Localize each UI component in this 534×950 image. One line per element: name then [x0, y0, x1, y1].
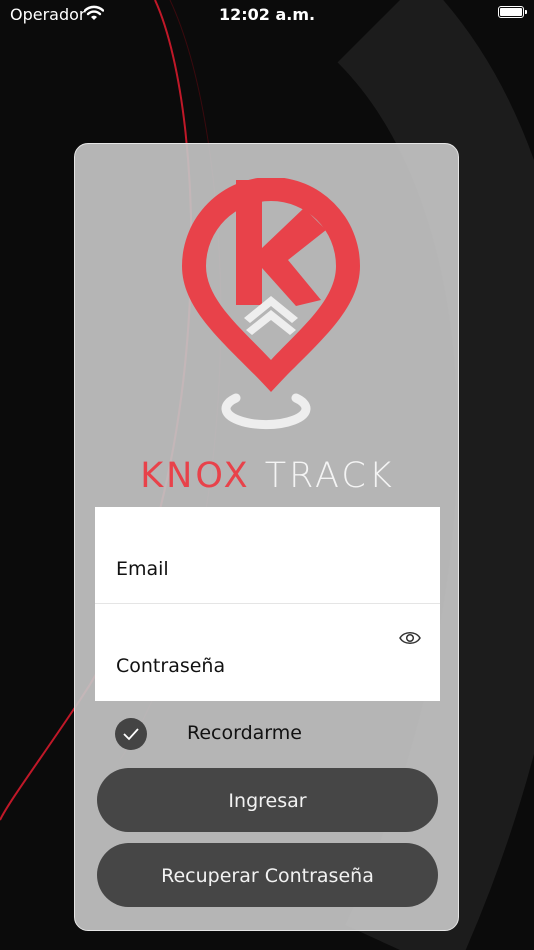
remember-checkbox[interactable]: [115, 718, 147, 750]
checkmark-icon: [123, 728, 139, 741]
clock: 12:02 a.m.: [218, 5, 316, 24]
brand-wordmark: KNOX TRACK: [75, 456, 460, 496]
remember-label: Recordarme: [187, 722, 302, 744]
email-field[interactable]: [116, 555, 386, 583]
brand-track: TRACK: [264, 456, 395, 496]
eye-icon[interactable]: [399, 630, 421, 646]
login-button[interactable]: Ingresar: [97, 768, 438, 832]
email-field-row: [95, 507, 440, 604]
login-card: KNOX TRACK Recordarme Ingresar Recuperar…: [74, 143, 459, 931]
password-field[interactable]: [116, 652, 386, 680]
remember-me-row: Recordarme: [115, 718, 375, 752]
knox-track-logo: [182, 178, 360, 430]
login-form: [95, 507, 440, 701]
password-field-row: [95, 604, 440, 700]
brand-knox: KNOX: [140, 456, 251, 496]
recover-password-button[interactable]: Recuperar Contraseña: [97, 843, 438, 907]
status-bar: Operador 12:02 a.m.: [0, 0, 534, 28]
battery-icon: [498, 6, 527, 18]
